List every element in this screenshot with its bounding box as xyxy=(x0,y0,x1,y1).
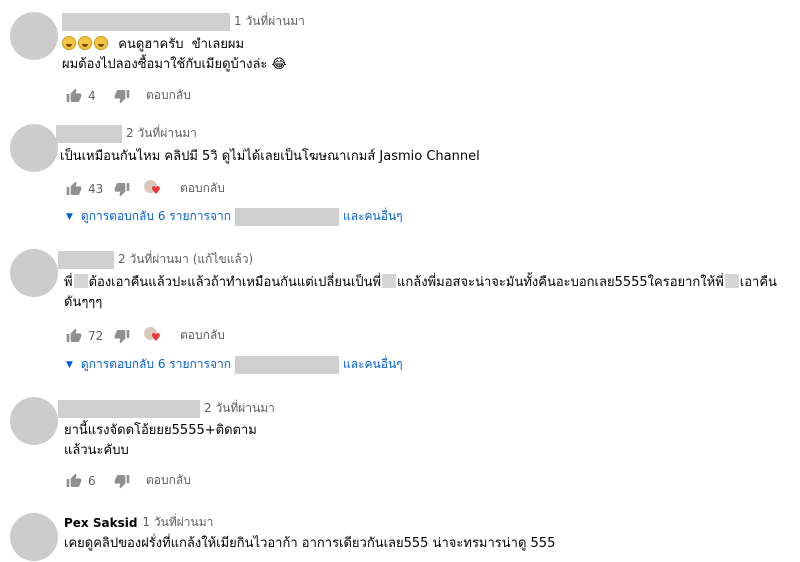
redacted-replier xyxy=(234,355,339,374)
redacted-replier xyxy=(234,207,339,226)
comment-time[interactable]: 2 วันที่ผ่านมา xyxy=(126,124,197,143)
view-replies-text: ดูการตอบกลับ 6 รายการจาก xyxy=(80,357,231,371)
redacted-name xyxy=(73,274,88,288)
reply-button[interactable]: ตอบกลับ xyxy=(146,86,191,105)
redacted-author xyxy=(62,12,230,31)
thumb-down-icon[interactable] xyxy=(114,181,130,197)
creator-heart-badge: ♥ xyxy=(144,326,164,345)
avatar[interactable] xyxy=(10,124,58,172)
comment-line: เคยดูคลิปของฝรั่งที่แกล้งให้เมียกินไวอาก… xyxy=(64,536,556,551)
thumb-up-icon[interactable] xyxy=(66,473,82,489)
redacted-name xyxy=(382,274,397,288)
redacted-author xyxy=(58,399,200,418)
comment-time[interactable]: 2 วันที่ผ่านมา xyxy=(204,399,275,418)
laughing-emoji-icon xyxy=(94,36,108,50)
comment-line: ผมต้องไปลองซื้อมาใช้กับเมียดูบ้างล่ะ 😂 xyxy=(62,57,287,72)
reply-button[interactable]: ตอบกลับ xyxy=(146,471,191,490)
avatar[interactable] xyxy=(10,249,58,297)
redacted-name xyxy=(724,274,739,288)
laughing-emoji-icon xyxy=(78,36,92,50)
avatar[interactable] xyxy=(10,513,58,561)
comment-line: ยานี้แรงจัดดโอ้ยยย5555+ติดตาม xyxy=(64,423,257,438)
creator-heart-badge: ♥ xyxy=(144,179,164,198)
comment-text: ยานี้แรงจัดดโอ้ยยย5555+ติดตาม แล้วนะคับบ xyxy=(64,421,257,461)
redacted-author xyxy=(58,250,114,269)
view-replies-suffix: และคนอื่นๆ xyxy=(342,209,403,223)
comment-time[interactable]: 1 วันที่ผ่านมา xyxy=(234,12,305,31)
comment-fragment: พี่ xyxy=(64,275,73,290)
thumb-up-icon[interactable] xyxy=(66,88,82,104)
avatar[interactable] xyxy=(10,397,58,445)
comment-fragment: เอาคืน xyxy=(739,275,777,290)
view-replies-link[interactable]: ▼ ดูการตอบกลับ 6 รายการจาก และคนอื่นๆ xyxy=(66,355,403,374)
avatar[interactable] xyxy=(10,12,58,60)
comment-text: พี่ ต้องเอาคืนแล้วปะแล้วถ้าทำเหมือนกันแต่… xyxy=(64,273,777,313)
thumb-up-icon[interactable] xyxy=(66,181,82,197)
laughing-emoji-icon xyxy=(62,36,76,50)
view-replies-link[interactable]: ▼ ดูการตอบกลับ 6 รายการจาก และคนอื่นๆ xyxy=(66,207,403,226)
view-replies-suffix: และคนอื่นๆ xyxy=(342,357,403,371)
comment-line: แล้วนะคับบ xyxy=(64,443,129,458)
like-count: 72 xyxy=(88,328,104,343)
reply-button[interactable]: ตอบกลับ xyxy=(180,179,225,198)
comment-fragment: ต้องเอาคืนแล้วปะแล้วถ้าทำเหมือนกันแต่เปล… xyxy=(88,275,382,290)
comment-time[interactable]: 2 วันที่ผ่านมา (แก้ไขแล้ว) xyxy=(118,250,253,269)
comment-text: คนดูฮาครับ ขำเลยผม ผมต้องไปลองซื้อมาใช้ก… xyxy=(62,35,287,75)
reply-button[interactable]: ตอบกลับ xyxy=(180,326,225,345)
thumb-down-icon[interactable] xyxy=(114,328,130,344)
thumb-up-icon[interactable] xyxy=(66,328,82,344)
comment-text: เป็นเหมือนกันไหม คลิปมี 5วิ ดูไม่ได้เลยเ… xyxy=(60,147,480,167)
redacted-author xyxy=(56,124,122,143)
caret-down-icon: ▼ xyxy=(66,359,73,370)
heart-icon: ♥ xyxy=(151,183,161,197)
like-count: 43 xyxy=(88,181,104,196)
thumb-down-icon[interactable] xyxy=(114,88,130,104)
heart-icon: ♥ xyxy=(151,330,161,344)
like-count: 6 xyxy=(88,473,96,488)
like-count: 4 xyxy=(88,88,96,103)
comment-time[interactable]: 1 วันที่ผ่านมา xyxy=(142,513,213,532)
view-replies-text: ดูการตอบกลับ 6 รายการจาก xyxy=(80,209,231,223)
comment-line: เป็นเหมือนกันไหม คลิปมี 5วิ ดูไม่ได้เลยเ… xyxy=(60,149,480,164)
comment-line: ดันๆๆๆ xyxy=(64,295,103,310)
comment-fragment: แกล้งพี่มอสจะน่าจะมันทั้งคืนอะบอกเลย5555… xyxy=(397,275,724,290)
caret-down-icon: ▼ xyxy=(66,211,73,222)
thumb-down-icon[interactable] xyxy=(114,473,130,489)
comment-author[interactable]: Pex Saksid xyxy=(64,516,137,530)
comment-text: เคยดูคลิปของฝรั่งที่แกล้งให้เมียกินไวอาก… xyxy=(64,534,555,554)
